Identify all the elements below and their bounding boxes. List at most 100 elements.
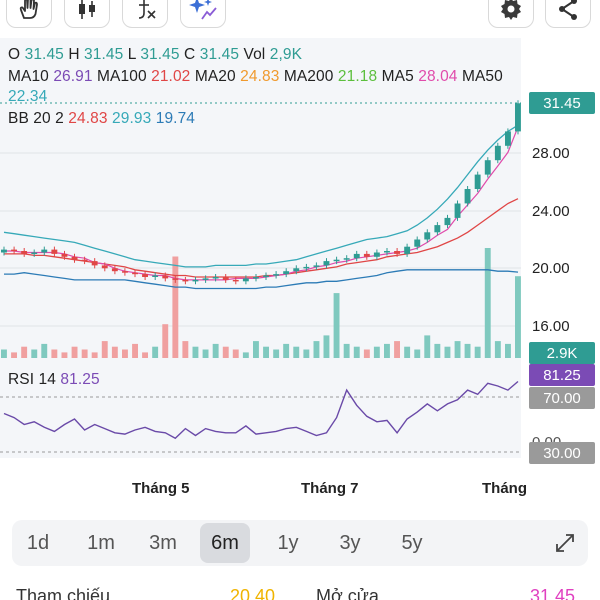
price-tick-20: 20.00 [532, 260, 570, 277]
candle-body [101, 265, 108, 269]
candle-body [192, 279, 199, 282]
volume-bar [242, 352, 249, 358]
candle-body [333, 259, 340, 262]
candle-body [434, 225, 441, 233]
candle-body [132, 272, 138, 275]
rsi-level-70-tag: 70.00 [529, 387, 595, 409]
candle-body [71, 256, 78, 260]
volume-bar [31, 349, 38, 358]
volume-bar [71, 346, 78, 358]
candle-body [41, 249, 48, 253]
candle-body [152, 275, 159, 277]
candle-body [353, 253, 360, 259]
candle-body [273, 274, 280, 276]
candle-body [202, 278, 209, 280]
range-5y-button[interactable]: 5y [387, 523, 437, 563]
month-label-may: Tháng 5 [132, 480, 190, 497]
volume-value: 2,9K [269, 46, 303, 63]
range-1y-button[interactable]: 1y [263, 523, 313, 563]
ma5-label: MA5 [381, 68, 414, 85]
volume-bar [152, 346, 159, 358]
rsi-line [3, 380, 519, 440]
volume-bar [222, 346, 229, 358]
ma100-label: MA100 [97, 68, 147, 85]
ma10-value: 26.91 [53, 68, 93, 85]
candle-body [283, 271, 290, 275]
candle-body [212, 277, 219, 279]
range-6m-button[interactable]: 6m [200, 523, 250, 563]
rsi-value-tag: 81.25 [529, 364, 595, 386]
volume-bar [122, 349, 128, 358]
candle-body [444, 217, 451, 226]
high-value: 31.45 [84, 46, 124, 63]
volume-bar [111, 346, 118, 358]
volume-bar [303, 349, 310, 358]
volume-bar [142, 352, 148, 358]
ma100-value: 21.02 [151, 68, 191, 85]
expand-icon [556, 534, 574, 552]
close-label: C [184, 46, 196, 63]
volume-bar [313, 341, 320, 358]
volume-bar [444, 346, 451, 358]
reference-price-value: 20.40 [230, 586, 276, 600]
volume-bar [414, 349, 421, 358]
volume-bar [91, 352, 98, 358]
volume-bar [515, 276, 521, 358]
current-price-tag: 31.45 [529, 92, 595, 114]
candle-body [263, 275, 269, 277]
candle-body [91, 261, 98, 266]
volume-bar [454, 341, 461, 358]
ma10-label: MA10 [8, 68, 49, 85]
candle-body [424, 232, 431, 240]
high-label: H [68, 46, 80, 63]
volume-bar [384, 343, 390, 358]
volume-bar [202, 349, 209, 358]
volume-bar [81, 349, 88, 358]
volume-bar [394, 341, 400, 358]
candle-body [494, 145, 501, 161]
month-label-july: Tháng 7 [301, 480, 359, 497]
volume-bar [474, 346, 481, 358]
volume-bar [505, 343, 511, 358]
ma5-line [4, 126, 519, 281]
ma200-value: 21.18 [337, 68, 378, 85]
open-price-label: Mở cửa [316, 586, 379, 600]
ma50-label: MA50 [461, 68, 503, 85]
volume-bar [253, 341, 259, 358]
volume-bar [434, 343, 441, 358]
volume-bar [333, 293, 340, 358]
candle-body [31, 252, 38, 254]
volume-bar [484, 248, 491, 358]
ma20-line [4, 198, 519, 278]
bb-lower-line [4, 269, 519, 290]
candle-body [242, 278, 249, 282]
range-1m-button[interactable]: 1m [76, 523, 126, 563]
rsi-label: RSI 14 [8, 371, 56, 388]
rsi-info-line: RSI 14 81.25 [8, 371, 100, 389]
month-label-partial: Tháng [482, 480, 527, 497]
range-3m-button[interactable]: 3m [138, 523, 188, 563]
bb-label: BB 20 2 [8, 110, 64, 127]
ohlc-info-line: O 31.45 H 31.45 L 31.45 C 31.45 Vol 2,9K [8, 46, 302, 64]
candle-body [182, 279, 189, 282]
rsi-level-30-tag: 30.00 [529, 442, 595, 464]
quote-summary-row: Tham chiếu 20.40 Mở cửa 31.45 [0, 586, 600, 600]
range-3y-button[interactable]: 3y [325, 523, 375, 563]
volume-bar [424, 335, 431, 358]
volume-bar [51, 349, 58, 358]
candle-body [61, 253, 68, 257]
candle-body [293, 268, 300, 272]
candle-body [404, 246, 411, 254]
low-value: 31.45 [140, 46, 180, 63]
candle-body [515, 103, 521, 132]
volume-bar [373, 346, 380, 358]
fullscreen-button[interactable] [550, 528, 580, 558]
bb-info-line: BB 20 2 24.83 29.93 19.74 [8, 110, 195, 128]
price-tick-24: 24.00 [532, 203, 570, 220]
candle-body [222, 277, 229, 280]
volume-bar [404, 346, 411, 358]
volume-bar [21, 346, 28, 358]
range-1d-button[interactable]: 1d [13, 523, 63, 563]
candle-body [122, 271, 128, 273]
volume-bar [323, 335, 330, 358]
